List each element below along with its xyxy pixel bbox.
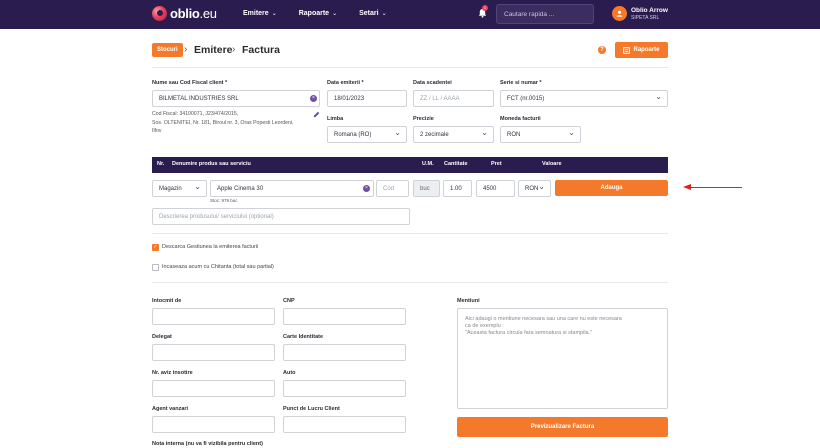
reports-button[interactable]: Rapoarte (615, 42, 668, 58)
breadcrumb-stocuri-badge[interactable]: Stocuri (152, 43, 183, 57)
language-select[interactable]: Romana (RO) (327, 126, 407, 143)
work-point-input[interactable] (283, 416, 406, 433)
client-info-line: Sos. OLTENITEI, Nr. 181, Biroul nr. 3, O… (152, 119, 294, 126)
nav-item-label: Rapoarte (298, 10, 330, 17)
cash-receipt-label[interactable]: Incaseaza acum cu Chitanta (total sau pa… (162, 264, 274, 270)
col-product-name: Denumire produs sau serviciu (172, 161, 251, 167)
preview-invoice-button[interactable]: Previzualizare Factura (457, 417, 668, 437)
notice-number-label: Nr. aviz insotire (152, 370, 193, 376)
language-label: Limba (327, 116, 344, 122)
report-icon (623, 46, 631, 54)
mentions-label: Mentiuni (457, 298, 480, 304)
top-navbar (0, 0, 820, 29)
client-label: Nume sau Cod Fiscal client * (152, 80, 228, 86)
id-card-input[interactable] (283, 344, 406, 361)
nav-item-label: Setari (359, 10, 379, 17)
currency-label: Moneda facturii (500, 116, 541, 122)
internal-note-label: Nota interna (nu va fi vizibila pentru c… (152, 441, 263, 447)
user-avatar[interactable] (612, 6, 627, 21)
mentions-placeholder-line: Aici adaugi o mentiune necesara sau una … (465, 316, 622, 322)
mentions-textarea[interactable]: Aici adaugi o mentiune necesara sau una … (457, 308, 668, 409)
delegate-label: Delegat (152, 334, 172, 340)
notice-number-input[interactable] (152, 380, 275, 397)
mentions-placeholder-line: ca de exemplu : (465, 323, 504, 329)
clear-client-icon[interactable]: × (310, 95, 317, 102)
delegate-input[interactable] (152, 344, 275, 361)
discharge-stock-label[interactable]: Descarca Gestiunea la emiterea facturii (162, 244, 258, 250)
chevron-down-icon: ⌄ (381, 11, 387, 17)
user-company: SIPETA SRL (631, 15, 660, 21)
col-quantity: Cantitate (444, 161, 468, 167)
prepared-by-input[interactable] (152, 308, 275, 325)
nav-menu: Emitere ⌄ Rapoarte ⌄ Setari ⌄ (243, 10, 387, 17)
col-nr: Nr. (157, 161, 165, 167)
precision-select[interactable]: 2 zecimale (413, 126, 494, 143)
car-input[interactable] (283, 380, 406, 397)
logo-suffix: .eu (199, 6, 217, 21)
client-info-line: Ilfov (152, 128, 162, 134)
user-icon (616, 10, 623, 17)
currency-select[interactable]: RON (500, 126, 581, 143)
quantity-input[interactable]: 1.00 (443, 180, 472, 197)
user-name[interactable]: Oblio Arrow (631, 7, 668, 14)
product-description-input[interactable]: Descrierea produsului/ serviciului (opti… (152, 208, 410, 225)
issue-date-input[interactable]: 18/01/2023 (327, 90, 407, 107)
cnp-label: CNP (283, 298, 295, 304)
product-name-input[interactable]: Apple Cinema 30 (210, 180, 374, 197)
products-table-header: Nr. Denumire produs sau serviciu U.M. Ca… (152, 157, 668, 173)
mentions-placeholder-line: "Aceasta factura circula fara semnatura … (465, 330, 593, 336)
nav-item-label: Emitere (243, 10, 269, 17)
chevron-down-icon: ⌄ (332, 11, 338, 17)
logo-icon (152, 6, 167, 21)
col-value: Valoare (542, 161, 562, 167)
divider (152, 282, 668, 283)
series-label: Serie si numar * (500, 80, 542, 86)
help-icon[interactable]: ? (598, 46, 606, 54)
row-currency-select[interactable]: RON (518, 180, 551, 197)
clear-product-icon[interactable]: × (363, 185, 370, 192)
car-label: Auto (283, 370, 296, 376)
page-title: Factura (242, 44, 280, 56)
sales-agent-input[interactable] (152, 416, 275, 433)
app-logo[interactable]: oblio.eu (152, 6, 217, 21)
price-input[interactable]: 4500 (476, 180, 515, 197)
breadcrumb-separator: › (232, 44, 236, 55)
annotation-arrow-line (690, 187, 742, 188)
col-unit: U.M. (422, 161, 434, 167)
id-card-label: Carte Identitate (283, 334, 324, 340)
notification-badge: 1 (482, 5, 488, 11)
chevron-down-icon: ⌄ (271, 11, 277, 17)
client-input[interactable]: BILMETAL INDUSTRIES SRL (152, 90, 320, 107)
stock-note: Stoc: 979 buc (210, 198, 238, 203)
add-product-button[interactable]: Adauga (555, 180, 668, 196)
product-code-input[interactable]: Cod (376, 180, 409, 197)
breadcrumb-separator: › (184, 44, 188, 55)
nav-item-emitere[interactable]: Emitere ⌄ (243, 10, 277, 17)
discharge-stock-checkbox[interactable]: ✓ (152, 244, 159, 251)
breadcrumb-emitere[interactable]: Emitere (194, 43, 233, 57)
sales-agent-label: Agent vanzari (152, 406, 189, 412)
divider (152, 67, 668, 68)
quick-search-input[interactable]: Cautare rapida ... (496, 4, 594, 24)
edit-client-icon[interactable] (313, 111, 320, 118)
prepared-by-label: Intocmit de (152, 298, 182, 304)
nav-item-setari[interactable]: Setari ⌄ (359, 10, 387, 17)
logo-text: oblio (170, 6, 200, 21)
reports-button-label: Rapoarte (633, 47, 660, 53)
issue-date-label: Data emiterii * (327, 80, 364, 86)
due-date-label: Data scadentei (413, 80, 452, 86)
unit-input[interactable]: buc (413, 180, 440, 197)
series-select[interactable]: FCT (nr.0015) (500, 90, 668, 107)
precision-label: Precizie (413, 116, 434, 122)
divider (152, 233, 668, 234)
work-point-label: Punct de Lucru Client (283, 406, 340, 412)
due-date-input[interactable]: ZZ / LL / AAAA (413, 90, 494, 107)
client-info: Cod Fiscal: 34100071, J23/474/2015, Sos.… (152, 110, 322, 136)
nav-item-rapoarte[interactable]: Rapoarte ⌄ (299, 10, 337, 17)
cnp-input[interactable] (283, 308, 406, 325)
col-price: Pret (491, 161, 502, 167)
client-info-line: Cod Fiscal: 34100071, J23/474/2015, (152, 111, 239, 117)
cash-receipt-checkbox[interactable] (152, 264, 159, 271)
warehouse-select[interactable]: Magazin (152, 180, 207, 197)
